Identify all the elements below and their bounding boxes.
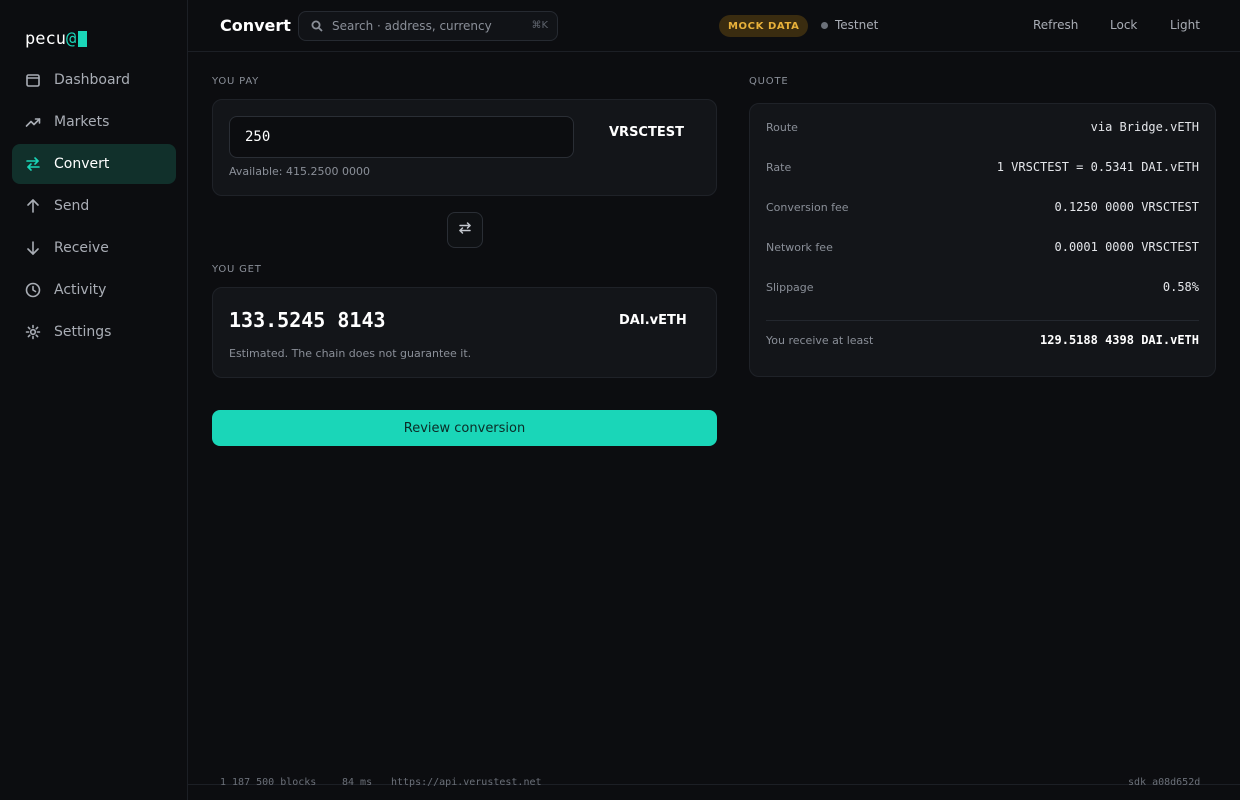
sidebar-item-label: Send bbox=[54, 198, 90, 214]
network-status-dot bbox=[821, 21, 828, 29]
swap-arrows-icon bbox=[25, 156, 41, 172]
sidebar-item-label: Dashboard bbox=[54, 72, 130, 88]
sidebar-item-markets[interactable]: Markets bbox=[12, 102, 176, 142]
sidebar-item-activity[interactable]: Activity bbox=[12, 270, 176, 310]
review-conversion-button[interactable]: Review conversion bbox=[212, 410, 717, 446]
network-indicator[interactable]: Testnet bbox=[821, 18, 878, 32]
sidebar: pecu @ Dashboard Markets Convert Send Rec… bbox=[0, 0, 188, 800]
quote-value: 1 VRSCTEST = 0.5341 DAI.vETH bbox=[996, 160, 1199, 174]
lock-button[interactable]: Lock bbox=[1110, 18, 1137, 32]
quote-row-network-fee: Network fee 0.0001 0000 VRSCTEST bbox=[766, 237, 1199, 257]
quote-key: Network fee bbox=[766, 240, 833, 254]
sidebar-item-dashboard[interactable]: Dashboard bbox=[12, 60, 176, 100]
logo-text: pecu bbox=[25, 29, 66, 49]
search-icon bbox=[311, 17, 323, 36]
gear-icon bbox=[25, 324, 41, 340]
sidebar-item-label: Receive bbox=[54, 240, 109, 256]
search-input[interactable] bbox=[332, 19, 522, 33]
arrow-up-icon bbox=[25, 198, 41, 214]
app-logo[interactable]: pecu @ bbox=[25, 29, 88, 49]
arrow-down-icon bbox=[25, 240, 41, 256]
quote-row-min-receive: You receive at least 129.5188 4398 DAI.v… bbox=[766, 330, 1199, 350]
pay-currency-select[interactable]: VRSCTEST bbox=[609, 125, 684, 140]
you-get-label: YOU GET bbox=[212, 264, 262, 275]
refresh-button[interactable]: Refresh bbox=[1033, 18, 1078, 32]
page-title: Convert bbox=[220, 16, 291, 35]
network-label: Testnet bbox=[835, 18, 879, 32]
estimate-note: Estimated. The chain does not guarantee … bbox=[229, 347, 472, 360]
sidebar-item-label: Settings bbox=[54, 324, 112, 340]
wallet-icon bbox=[25, 72, 41, 88]
quote-key: Slippage bbox=[766, 280, 814, 294]
receive-amount: 133.5245 8143 bbox=[229, 308, 386, 332]
sidebar-item-send[interactable]: Send bbox=[12, 186, 176, 226]
block-height: 1 187 500 blocks bbox=[220, 777, 317, 788]
sidebar-item-label: Markets bbox=[54, 114, 110, 130]
quote-key: Route bbox=[766, 120, 798, 134]
quote-value: 0.0001 0000 VRSCTEST bbox=[1054, 240, 1200, 254]
search-box[interactable]: ⌘K bbox=[298, 11, 558, 41]
get-card: 133.5245 8143 DAI.vETH Estimated. The ch… bbox=[212, 287, 717, 378]
mock-data-badge: MOCK DATA bbox=[719, 15, 809, 37]
search-shortcut: ⌘K bbox=[531, 20, 548, 31]
quote-divider bbox=[766, 320, 1199, 321]
pay-card: VRSCTEST Available: 415.2500 0000 bbox=[212, 99, 717, 196]
quote-row-rate: Rate 1 VRSCTEST = 0.5341 DAI.vETH bbox=[766, 157, 1199, 177]
quote-card: Route via Bridge.vETH Rate 1 VRSCTEST = … bbox=[749, 103, 1216, 377]
top-bar: Convert ⌘K MOCK DATA Testnet Refresh Loc… bbox=[188, 0, 1240, 52]
quote-value: 129.5188 4398 DAI.vETH bbox=[1040, 333, 1199, 347]
clock-icon bbox=[25, 282, 41, 298]
swap-direction-button[interactable] bbox=[447, 212, 483, 248]
you-pay-label: YOU PAY bbox=[212, 76, 260, 87]
sidebar-nav: Dashboard Markets Convert Send Receive A… bbox=[12, 60, 176, 354]
quote-value: via Bridge.vETH bbox=[1090, 120, 1199, 134]
sidebar-item-label: Activity bbox=[54, 282, 107, 298]
status-footer: 1 187 500 blocks 84 ms https://api.verus… bbox=[188, 777, 1240, 800]
quote-row-route: Route via Bridge.vETH bbox=[766, 117, 1199, 137]
pay-amount-input[interactable] bbox=[229, 116, 574, 158]
quote-label: QUOTE bbox=[749, 76, 789, 87]
theme-toggle-button[interactable]: Light bbox=[1170, 18, 1200, 32]
quote-key: You receive at least bbox=[766, 333, 874, 347]
quote-key: Rate bbox=[766, 160, 792, 174]
quote-value: 0.58% bbox=[1162, 280, 1199, 294]
trend-up-icon bbox=[25, 114, 41, 130]
sidebar-item-settings[interactable]: Settings bbox=[12, 312, 176, 352]
logo-at: @ bbox=[65, 29, 77, 49]
quote-row-slippage: Slippage 0.58% bbox=[766, 277, 1199, 297]
sidebar-item-convert[interactable]: Convert bbox=[12, 144, 176, 184]
swap-icon bbox=[457, 220, 473, 240]
get-currency-select[interactable]: DAI.vETH bbox=[619, 313, 687, 328]
api-endpoint: https://api.verustest.net bbox=[391, 777, 542, 788]
sidebar-item-label: Convert bbox=[54, 156, 110, 172]
logo-cursor bbox=[78, 31, 88, 47]
available-balance: Available: 415.2500 0000 bbox=[229, 165, 370, 178]
quote-key: Conversion fee bbox=[766, 200, 849, 214]
latency: 84 ms bbox=[342, 777, 373, 788]
quote-row-conversion-fee: Conversion fee 0.1250 0000 VRSCTEST bbox=[766, 197, 1199, 217]
sdk-version: sdk a08d652d bbox=[1128, 777, 1201, 788]
quote-value: 0.1250 0000 VRSCTEST bbox=[1054, 200, 1200, 214]
sidebar-item-receive[interactable]: Receive bbox=[12, 228, 176, 268]
